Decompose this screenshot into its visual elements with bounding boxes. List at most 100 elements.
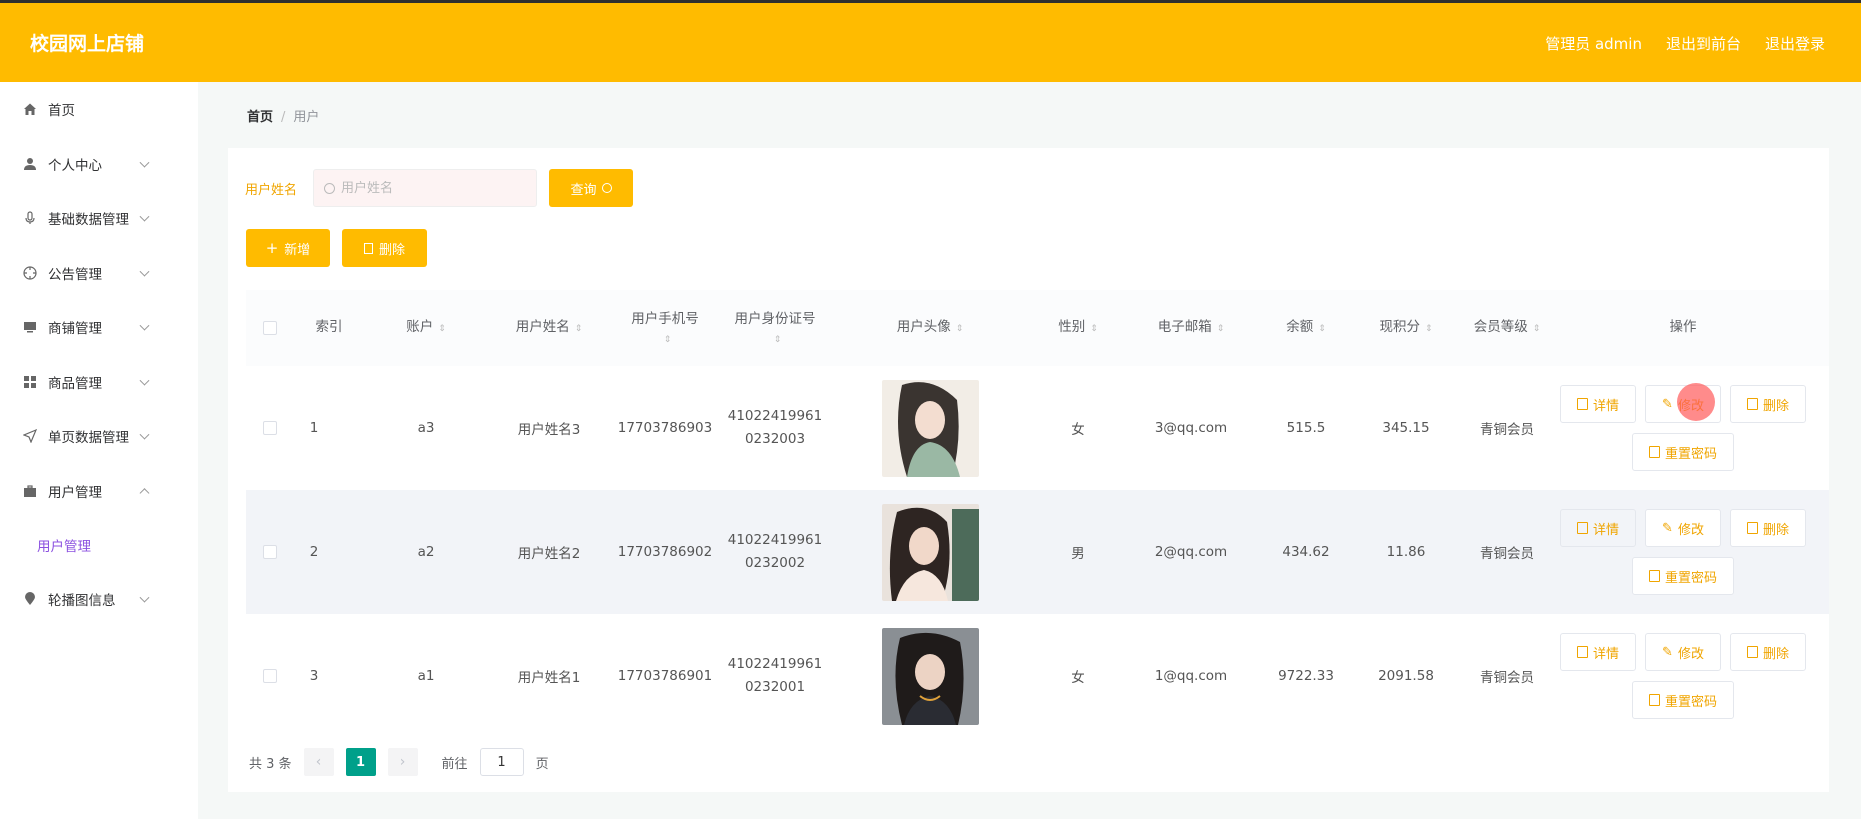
cell-gender: 女	[1071, 670, 1085, 686]
sidebar-item-label: 商品管理	[48, 375, 102, 392]
avatar	[881, 627, 979, 725]
sidebar-item-label: 首页	[48, 103, 75, 120]
cell-level: 青铜会员	[1480, 546, 1534, 562]
sidebar-item-users[interactable]: 用户管理	[0, 464, 198, 519]
page-number[interactable]: 1	[345, 748, 376, 776]
column-header[interactable]: 会员等级 ⇕	[1456, 290, 1558, 366]
edit-button[interactable]: ✎修改	[1645, 633, 1721, 671]
cell-operations: 详情 ✎修改 删除 重置密码	[1558, 366, 1808, 490]
prev-page-button[interactable]: ‹	[303, 748, 334, 776]
cell-operations: 详情 ✎修改 删除 重置密码	[1558, 490, 1808, 614]
sidebar-item-basic-data[interactable]: 基础数据管理	[0, 191, 198, 246]
row-checkbox[interactable]	[246, 614, 294, 738]
reset-password-button[interactable]: 重置密码	[1632, 681, 1734, 719]
sidebar-item-label: 商铺管理	[48, 321, 102, 338]
column-header[interactable]: 用户身份证号 ⇕	[720, 290, 830, 366]
search-field[interactable]	[313, 169, 537, 207]
reset-password-button[interactable]: 重置密码	[1632, 557, 1734, 595]
sidebar-item-personal[interactable]: 个人中心	[0, 137, 198, 192]
next-page-button[interactable]: ›	[387, 748, 418, 776]
detail-button[interactable]: 详情	[1560, 633, 1636, 671]
delete-button[interactable]: 删除	[1730, 385, 1806, 423]
breadcrumb: 首页 / 用户	[247, 110, 320, 125]
cell-points: 11.86	[1386, 544, 1426, 560]
select-all-checkbox[interactable]	[246, 290, 294, 366]
grid-icon	[22, 374, 38, 390]
brand-title: 校园网上店铺	[30, 33, 145, 55]
sidebar-item-home[interactable]: 首页	[0, 82, 198, 137]
location-icon	[22, 591, 38, 607]
batch-delete-button[interactable]: 删除	[342, 229, 427, 267]
cell-name: 用户姓名1	[517, 670, 581, 686]
row-checkbox[interactable]	[246, 366, 294, 490]
cell-balance: 9722.33	[1278, 668, 1334, 684]
column-header[interactable]: 账户 ⇕	[364, 290, 488, 366]
detail-button[interactable]: 详情	[1560, 385, 1636, 423]
chevron-down-icon	[139, 211, 150, 222]
logout-link[interactable]: 退出登录	[1765, 33, 1825, 54]
trash-icon	[1746, 646, 1758, 658]
cell-email: 2@qq.com	[1154, 544, 1228, 560]
column-header: 操作	[1669, 319, 1697, 336]
column-header[interactable]: 用户手机号 ⇕	[610, 290, 720, 366]
sidebar-item-carousel[interactable]: 轮播图信息	[0, 572, 198, 627]
table-row: 3 a1 用户姓名1 17703786901 41022419961 023200…	[246, 614, 1829, 738]
query-button-label: 查询	[570, 182, 597, 198]
trash-icon	[1746, 522, 1758, 534]
search-input[interactable]	[341, 180, 521, 196]
column-header[interactable]: 余额 ⇕	[1256, 290, 1356, 366]
cell-avatar	[830, 614, 1030, 738]
cell-account: a3	[417, 420, 435, 436]
trash-icon	[363, 242, 373, 254]
sidebar-item-goods[interactable]: 商品管理	[0, 355, 198, 410]
add-button[interactable]: + 新增	[246, 229, 330, 267]
column-header[interactable]: 用户姓名 ⇕	[488, 290, 610, 366]
breadcrumb-home[interactable]: 首页	[247, 110, 273, 125]
sidebar: 首页 个人中心 基础数据管理 公告管理 商铺管理 商品管理 单页数据管理 用户管…	[0, 82, 198, 819]
sidebar-item-notice[interactable]: 公告管理	[0, 246, 198, 301]
search-icon	[324, 182, 335, 194]
cell-phone: 17703786903	[617, 420, 713, 436]
delete-button[interactable]: 删除	[1730, 509, 1806, 547]
goto-label: 前往	[441, 756, 468, 772]
goto-frontend-link[interactable]: 退出到前台	[1666, 33, 1741, 54]
reset-password-button[interactable]: 重置密码	[1632, 433, 1734, 471]
cell-email: 3@qq.com	[1154, 420, 1228, 436]
row-checkbox[interactable]	[246, 490, 294, 614]
table-row: 1 a3 用户姓名3 17703786903 41022419961 023200…	[246, 366, 1829, 490]
search-label: 用户姓名	[245, 183, 298, 198]
chevron-down-icon	[139, 592, 150, 603]
cell-balance: 515.5	[1286, 420, 1326, 436]
cell-index: 2	[309, 544, 319, 560]
delete-button[interactable]: 删除	[1730, 633, 1806, 671]
column-header[interactable]: 现积分 ⇕	[1356, 290, 1456, 366]
sidebar-item-shop[interactable]: 商铺管理	[0, 300, 198, 355]
document-icon	[1648, 694, 1660, 706]
sidebar-item-page-data[interactable]: 单页数据管理	[0, 409, 198, 464]
admin-user-link[interactable]: 管理员 admin	[1545, 33, 1642, 54]
suitcase-icon	[22, 483, 38, 499]
sidebar-item-label: 基础数据管理	[48, 212, 129, 229]
column-header[interactable]: 用户头像 ⇕	[830, 290, 1030, 366]
microphone-icon	[22, 210, 38, 226]
column-header[interactable]: 电子邮箱 ⇕	[1126, 290, 1256, 366]
detail-button[interactable]: 详情	[1560, 509, 1636, 547]
add-button-label: 新增	[284, 242, 311, 258]
goto-page-input[interactable]: 1	[479, 748, 524, 776]
column-header[interactable]: 性别 ⇕	[1030, 290, 1126, 366]
sidebar-subitem-user-management[interactable]: 用户管理	[0, 518, 198, 572]
query-button[interactable]: 查询	[549, 169, 633, 207]
compass-icon	[22, 265, 38, 281]
cell-avatar	[830, 490, 1030, 614]
sidebar-item-label: 单页数据管理	[48, 430, 129, 447]
document-icon	[1648, 570, 1660, 582]
chevron-down-icon	[139, 157, 150, 168]
cell-points: 2091.58	[1378, 668, 1434, 684]
click-indicator	[1677, 383, 1715, 421]
delete-button-label: 删除	[378, 242, 405, 258]
pencil-icon: ✎	[1662, 520, 1673, 536]
edit-button[interactable]: ✎修改	[1645, 509, 1721, 547]
cell-gender: 女	[1071, 422, 1085, 438]
breadcrumb-current: 用户	[293, 110, 320, 125]
top-bar: 校园网上店铺 管理员 admin 退出到前台 退出登录	[0, 0, 1861, 82]
